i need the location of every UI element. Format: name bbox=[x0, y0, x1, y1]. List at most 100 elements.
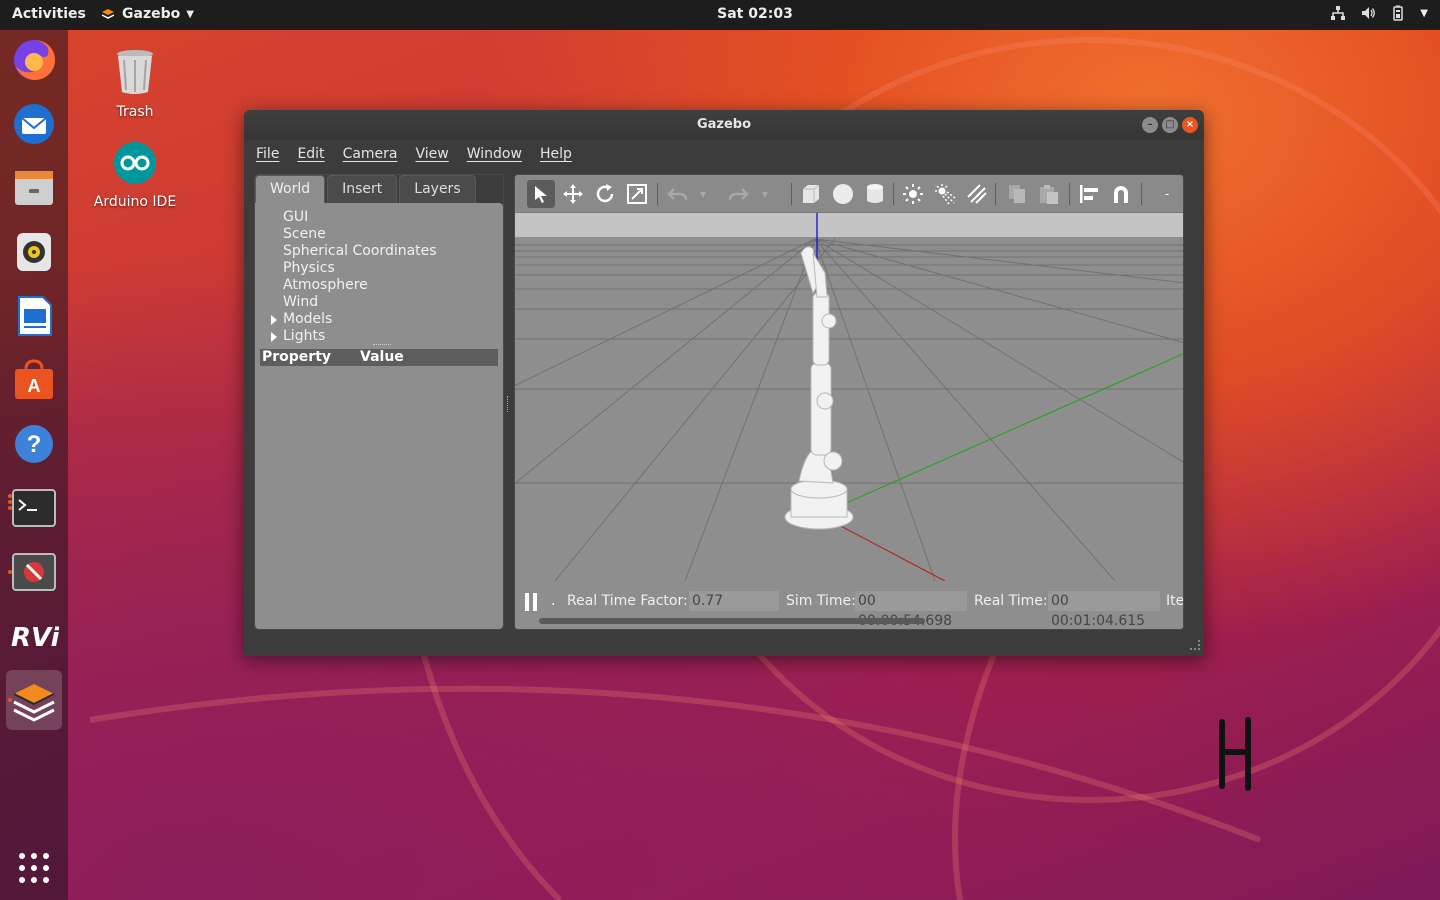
menu-camera[interactable]: Camera bbox=[343, 146, 398, 162]
menu-edit[interactable]: Edit bbox=[297, 146, 324, 162]
tab-layers[interactable]: Layers bbox=[399, 175, 476, 203]
spot-light-button[interactable] bbox=[931, 180, 959, 208]
point-light-button[interactable] bbox=[899, 180, 927, 208]
box-shape-button[interactable] bbox=[797, 180, 825, 208]
move-icon bbox=[563, 184, 583, 204]
tab-insert[interactable]: Insert bbox=[327, 175, 398, 203]
status-bar: . Real Time Factor: 0.77 Sim Time: 00 00… bbox=[515, 581, 1184, 629]
rviz-launcher[interactable]: RViz bbox=[6, 608, 62, 664]
sim-time-label: Sim Time: bbox=[786, 593, 856, 609]
expand-arrow-icon[interactable] bbox=[271, 332, 277, 342]
minimize-button[interactable]: – bbox=[1142, 117, 1158, 133]
panel-splitter[interactable] bbox=[507, 396, 510, 412]
sphere-shape-button[interactable] bbox=[829, 180, 857, 208]
copy-button[interactable] bbox=[1003, 180, 1031, 208]
scale-icon bbox=[627, 184, 647, 204]
spot-light-icon bbox=[935, 184, 956, 205]
rqt-icon bbox=[12, 553, 56, 591]
close-button[interactable]: × bbox=[1182, 117, 1198, 133]
paste-icon bbox=[1040, 185, 1058, 204]
thunderbird-launcher[interactable] bbox=[6, 96, 62, 152]
tree-item-spherical-coordinates[interactable]: Spherical Coordinates bbox=[283, 243, 437, 260]
writer-launcher[interactable] bbox=[6, 288, 62, 344]
select-tool[interactable] bbox=[527, 180, 555, 208]
menu-help[interactable]: Help bbox=[540, 146, 572, 162]
trash-icon bbox=[117, 50, 153, 94]
iterations-label: Ite bbox=[1166, 593, 1184, 609]
horizontal-scrollbar[interactable] bbox=[539, 618, 925, 624]
running-indicator bbox=[8, 506, 12, 510]
help-icon: ? bbox=[15, 425, 53, 463]
panel-tabs: World Insert Layers bbox=[255, 175, 478, 203]
align-button[interactable] bbox=[1075, 180, 1103, 208]
desktop-icon-arduino[interactable]: Arduino IDE bbox=[80, 140, 190, 210]
tree-item-scene[interactable]: Scene bbox=[283, 226, 326, 243]
scale-tool[interactable] bbox=[623, 180, 651, 208]
expand-arrow-icon[interactable] bbox=[271, 315, 277, 325]
copy-icon bbox=[1009, 185, 1025, 203]
scene-toolbar: ▼ ▼ - bbox=[515, 175, 1183, 213]
terminal-launcher[interactable] bbox=[6, 480, 62, 536]
rqt-launcher[interactable] bbox=[6, 544, 62, 600]
system-tray[interactable]: ▼ bbox=[1330, 5, 1428, 21]
paste-button[interactable] bbox=[1035, 180, 1063, 208]
firefox-icon bbox=[14, 39, 56, 80]
pause-icon[interactable] bbox=[525, 593, 539, 611]
3d-viewport[interactable] bbox=[515, 213, 1183, 581]
tree-item-wind[interactable]: Wind bbox=[283, 294, 318, 311]
undo-button[interactable] bbox=[663, 180, 691, 208]
tree-item-gui[interactable]: GUI bbox=[283, 209, 308, 226]
desktop-icon-trash[interactable]: Trash bbox=[80, 48, 190, 120]
maximize-button[interactable]: □ bbox=[1162, 117, 1178, 133]
toolbar-overflow-button[interactable]: - bbox=[1155, 180, 1179, 208]
translate-tool[interactable] bbox=[559, 180, 587, 208]
firefox-launcher[interactable] bbox=[6, 32, 62, 88]
resize-grip-icon[interactable] bbox=[1190, 640, 1200, 650]
snap-button[interactable] bbox=[1107, 180, 1135, 208]
scene-panel: ▼ ▼ - . Real Time Factor: 0.77 Sim Time:… bbox=[514, 174, 1184, 630]
tree-item-physics[interactable]: Physics bbox=[283, 260, 335, 277]
menu-bar: File Edit Camera View Window Help bbox=[244, 140, 1204, 168]
splitter-handle[interactable] bbox=[373, 344, 391, 345]
app-menu[interactable]: Gazebo ▼ bbox=[100, 6, 194, 22]
running-indicator bbox=[8, 494, 12, 498]
cylinder-shape-button[interactable] bbox=[861, 180, 889, 208]
clock[interactable]: Sat 02:03 bbox=[700, 6, 810, 22]
tree-item-atmosphere[interactable]: Atmosphere bbox=[283, 277, 368, 294]
dock: A ? RViz bbox=[0, 30, 68, 900]
tree-item-models[interactable]: Models bbox=[271, 311, 332, 328]
chevron-down-icon: ▼ bbox=[1420, 7, 1428, 19]
tree-item-lights[interactable]: Lights bbox=[271, 328, 325, 345]
arduino-icon bbox=[114, 142, 156, 184]
toolbar-separator bbox=[1069, 183, 1070, 205]
handwritten-mark bbox=[1219, 717, 1251, 791]
world-tree: GUI Scene Spherical Coordinates Physics … bbox=[255, 203, 503, 629]
activities-button[interactable]: Activities bbox=[12, 6, 86, 22]
show-applications-button[interactable] bbox=[6, 840, 62, 896]
redo-button[interactable] bbox=[725, 180, 753, 208]
directional-light-button[interactable] bbox=[963, 180, 991, 208]
more-icon: - bbox=[1164, 187, 1170, 201]
libreoffice-writer-icon bbox=[18, 296, 52, 336]
rhythmbox-launcher[interactable] bbox=[6, 224, 62, 280]
app-menu-label: Gazebo bbox=[122, 6, 181, 22]
menu-file[interactable]: File bbox=[256, 146, 279, 162]
gazebo-launcher[interactable] bbox=[6, 670, 62, 730]
point-light-icon bbox=[903, 184, 923, 204]
redo-history-dropdown[interactable]: ▼ bbox=[757, 180, 773, 208]
help-launcher[interactable]: ? bbox=[6, 416, 62, 472]
gazebo-icon bbox=[101, 9, 115, 19]
software-launcher[interactable]: A bbox=[6, 352, 62, 408]
desktop-icon-label: Arduino IDE bbox=[93, 194, 177, 210]
rotate-tool[interactable] bbox=[591, 180, 619, 208]
tab-world[interactable]: World bbox=[255, 175, 326, 203]
real-time-label: Real Time: bbox=[974, 593, 1048, 609]
toolbar-separator bbox=[657, 183, 658, 205]
window-titlebar[interactable]: Gazebo – □ × bbox=[244, 110, 1204, 140]
chevron-down-icon: ▼ bbox=[186, 8, 194, 20]
menu-view[interactable]: View bbox=[416, 146, 449, 162]
files-launcher[interactable] bbox=[6, 160, 62, 216]
undo-history-dropdown[interactable]: ▼ bbox=[695, 180, 711, 208]
menu-window[interactable]: Window bbox=[467, 146, 522, 162]
window-controls: – □ × bbox=[1142, 117, 1198, 133]
